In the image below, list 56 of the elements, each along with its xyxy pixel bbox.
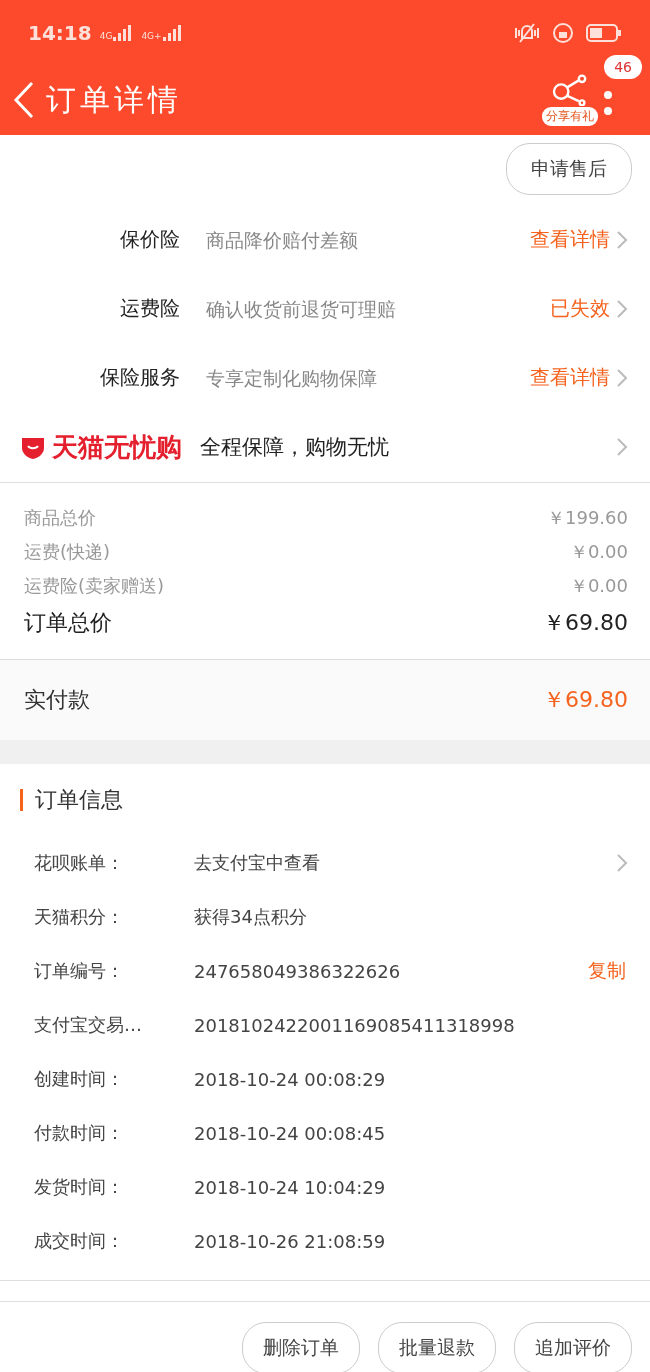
info-label: 支付宝交易…: [34, 1013, 143, 1037]
info-value: 2018-10-26 21:08:59: [194, 1230, 387, 1252]
info-value[interactable]: 去支付宝中查看: [194, 851, 616, 875]
lock-rotation-icon: [552, 21, 574, 44]
info-label: 成交时间：: [34, 1229, 125, 1253]
price-value: ￥69.80: [543, 609, 628, 637]
price-label: 运费(快递): [24, 540, 111, 564]
signal-icon: [113, 24, 134, 41]
insurance-name: 保险服务: [99, 364, 180, 391]
info-value: 2018102422001169085411318998: [194, 1014, 516, 1036]
insurance-name: 运费险: [119, 295, 180, 322]
price-label: 订单总价: [24, 609, 112, 637]
info-label: 订单编号：: [34, 959, 125, 983]
network-label: 4G: [99, 30, 113, 41]
order-action-button[interactable]: 删除订单: [242, 1322, 360, 1372]
info-label: 付款时间：: [34, 1121, 125, 1145]
price-value: ￥0.00: [569, 574, 628, 598]
chevron-right-icon: [616, 853, 628, 873]
insurance-description: 专享定制化购物保障: [206, 365, 378, 391]
payment-value: ￥69.80: [543, 686, 628, 714]
network-label: 4G+: [141, 30, 162, 41]
share-reward-label[interactable]: 分享有礼: [542, 107, 598, 126]
vibrate-icon: [514, 21, 540, 44]
brand-slogan: 全程保障，购物无忧: [200, 434, 389, 461]
insurance-description: 确认收货前退货可理赔: [206, 296, 397, 322]
info-label: 花呗账单：: [34, 851, 125, 875]
chevron-right-icon: [616, 437, 628, 457]
signal-icon: [162, 24, 183, 41]
brand-name: 天猫无忧购: [52, 430, 182, 464]
info-value: 247658049386322626: [194, 960, 402, 982]
order-action-button[interactable]: 追加评价: [514, 1322, 632, 1372]
insurance-name: 保价险: [119, 226, 180, 253]
price-label: 商品总价: [24, 506, 96, 530]
chevron-right-icon: [616, 367, 628, 388]
status-time: 14:18: [28, 20, 92, 45]
back-icon[interactable]: [12, 80, 36, 120]
page-title: 订单详情: [46, 80, 182, 119]
info-label: 创建时间：: [34, 1067, 125, 1091]
price-label: 运费险(卖家赠送): [24, 574, 165, 598]
info-label: 天猫积分：: [34, 905, 125, 929]
chevron-right-icon: [616, 229, 628, 250]
info-value: 2018-10-24 00:08:29: [194, 1068, 387, 1090]
info-value: 2018-10-24 00:08:45: [194, 1122, 387, 1144]
insurance-description: 商品降价赔付差额: [206, 227, 359, 253]
info-value: 2018-10-24 10:04:29: [194, 1176, 387, 1198]
price-value: ￥199.60: [547, 506, 628, 530]
battery-icon: [586, 23, 622, 42]
order-action-button[interactable]: 批量退款: [378, 1322, 496, 1372]
message-badge: 46: [604, 55, 642, 79]
info-value: 获得34点积分: [194, 905, 308, 929]
chevron-right-icon: [616, 298, 628, 319]
payment-label: 实付款: [24, 686, 90, 714]
price-value: ￥0.00: [569, 540, 628, 564]
info-label: 发货时间：: [34, 1175, 125, 1199]
section-title: 订单信息: [35, 786, 123, 814]
after-sale-button[interactable]: 申请售后: [506, 143, 632, 195]
